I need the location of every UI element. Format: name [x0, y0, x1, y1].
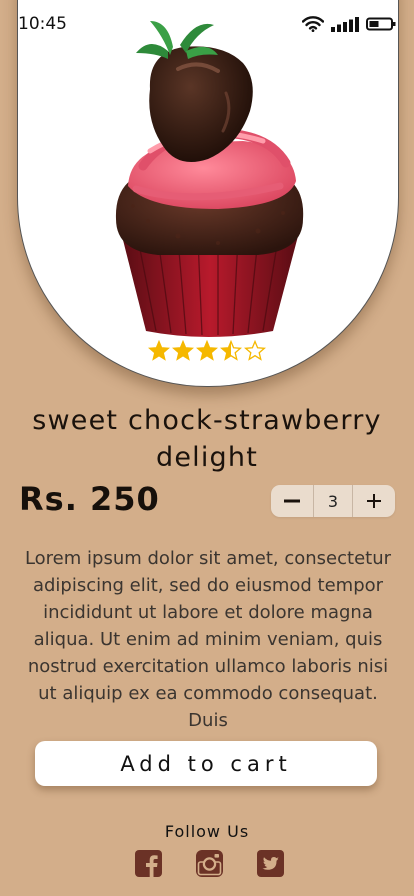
- twitter-icon[interactable]: [257, 850, 284, 877]
- star-full-icon: [196, 340, 218, 361]
- product-title: sweet chock-strawberry delight: [32, 405, 382, 473]
- plus-icon: [366, 494, 381, 508]
- star-full-icon: [148, 340, 170, 361]
- product-price: Rs. 250: [19, 480, 160, 518]
- rating-stars: [148, 340, 266, 361]
- wifi-icon: [302, 16, 324, 32]
- instagram-icon[interactable]: [196, 850, 223, 877]
- product-description: Lorem ipsum dolor sit amet, consectetur …: [24, 548, 392, 731]
- status-icons: [302, 16, 396, 32]
- add-to-cart-button[interactable]: Add to cart: [35, 741, 377, 786]
- star-full-icon: [172, 340, 194, 361]
- decrement-button[interactable]: [271, 485, 313, 517]
- follow-us-label: Follow Us: [164, 822, 250, 841]
- quantity-stepper: 3: [271, 485, 395, 517]
- cupcake-image: [115, 21, 304, 337]
- quantity-value: 3: [313, 485, 353, 517]
- status-time: 10:45: [18, 14, 67, 34]
- social-links: [135, 850, 284, 877]
- signal-icon: [331, 17, 359, 32]
- increment-button[interactable]: [353, 485, 395, 517]
- star-empty-icon: [244, 340, 266, 361]
- star-half-icon: [220, 340, 242, 361]
- battery-icon: [366, 17, 396, 31]
- facebook-icon[interactable]: [135, 850, 162, 877]
- minus-icon: [284, 499, 301, 503]
- status-bar: 10:45: [0, 0, 414, 50]
- product-image-card: [17, 0, 399, 387]
